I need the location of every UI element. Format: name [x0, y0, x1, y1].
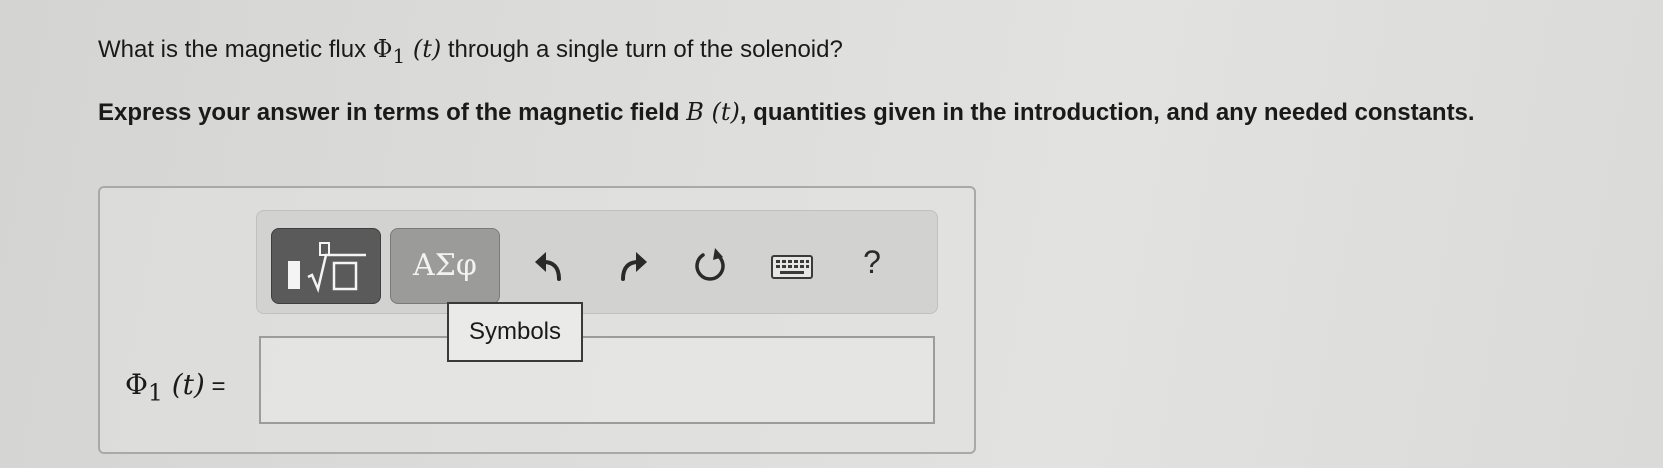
question-suffix: through a single turn of the solenoid? [441, 36, 843, 63]
templates-button[interactable] [271, 228, 381, 304]
help-button[interactable]: ? [858, 240, 886, 284]
question-text: What is the magnetic flux Φ1 (t) through… [98, 32, 843, 73]
question-prefix: What is the magnetic flux [98, 36, 373, 63]
keyboard-icon[interactable] [770, 244, 814, 288]
symbols-tooltip: Symbols [447, 302, 583, 362]
instruction-text: Express your answer in terms of the magn… [98, 92, 1578, 133]
instruction-suffix: , quantities given in the introduction, … [739, 99, 1475, 126]
reset-icon[interactable] [688, 244, 732, 288]
templates-sqrt-icon [288, 242, 366, 293]
flux-symbol: Φ1 (t) [372, 35, 442, 68]
answer-input[interactable] [259, 336, 935, 424]
undo-icon[interactable] [528, 244, 572, 288]
redo-icon[interactable] [610, 244, 654, 288]
symbols-button[interactable]: ΑΣφ [390, 228, 500, 304]
instruction-prefix: Express your answer in terms of the magn… [98, 99, 687, 126]
field-symbol: B (t) [686, 98, 740, 126]
answer-label: Φ1 (t) = [125, 368, 226, 407]
